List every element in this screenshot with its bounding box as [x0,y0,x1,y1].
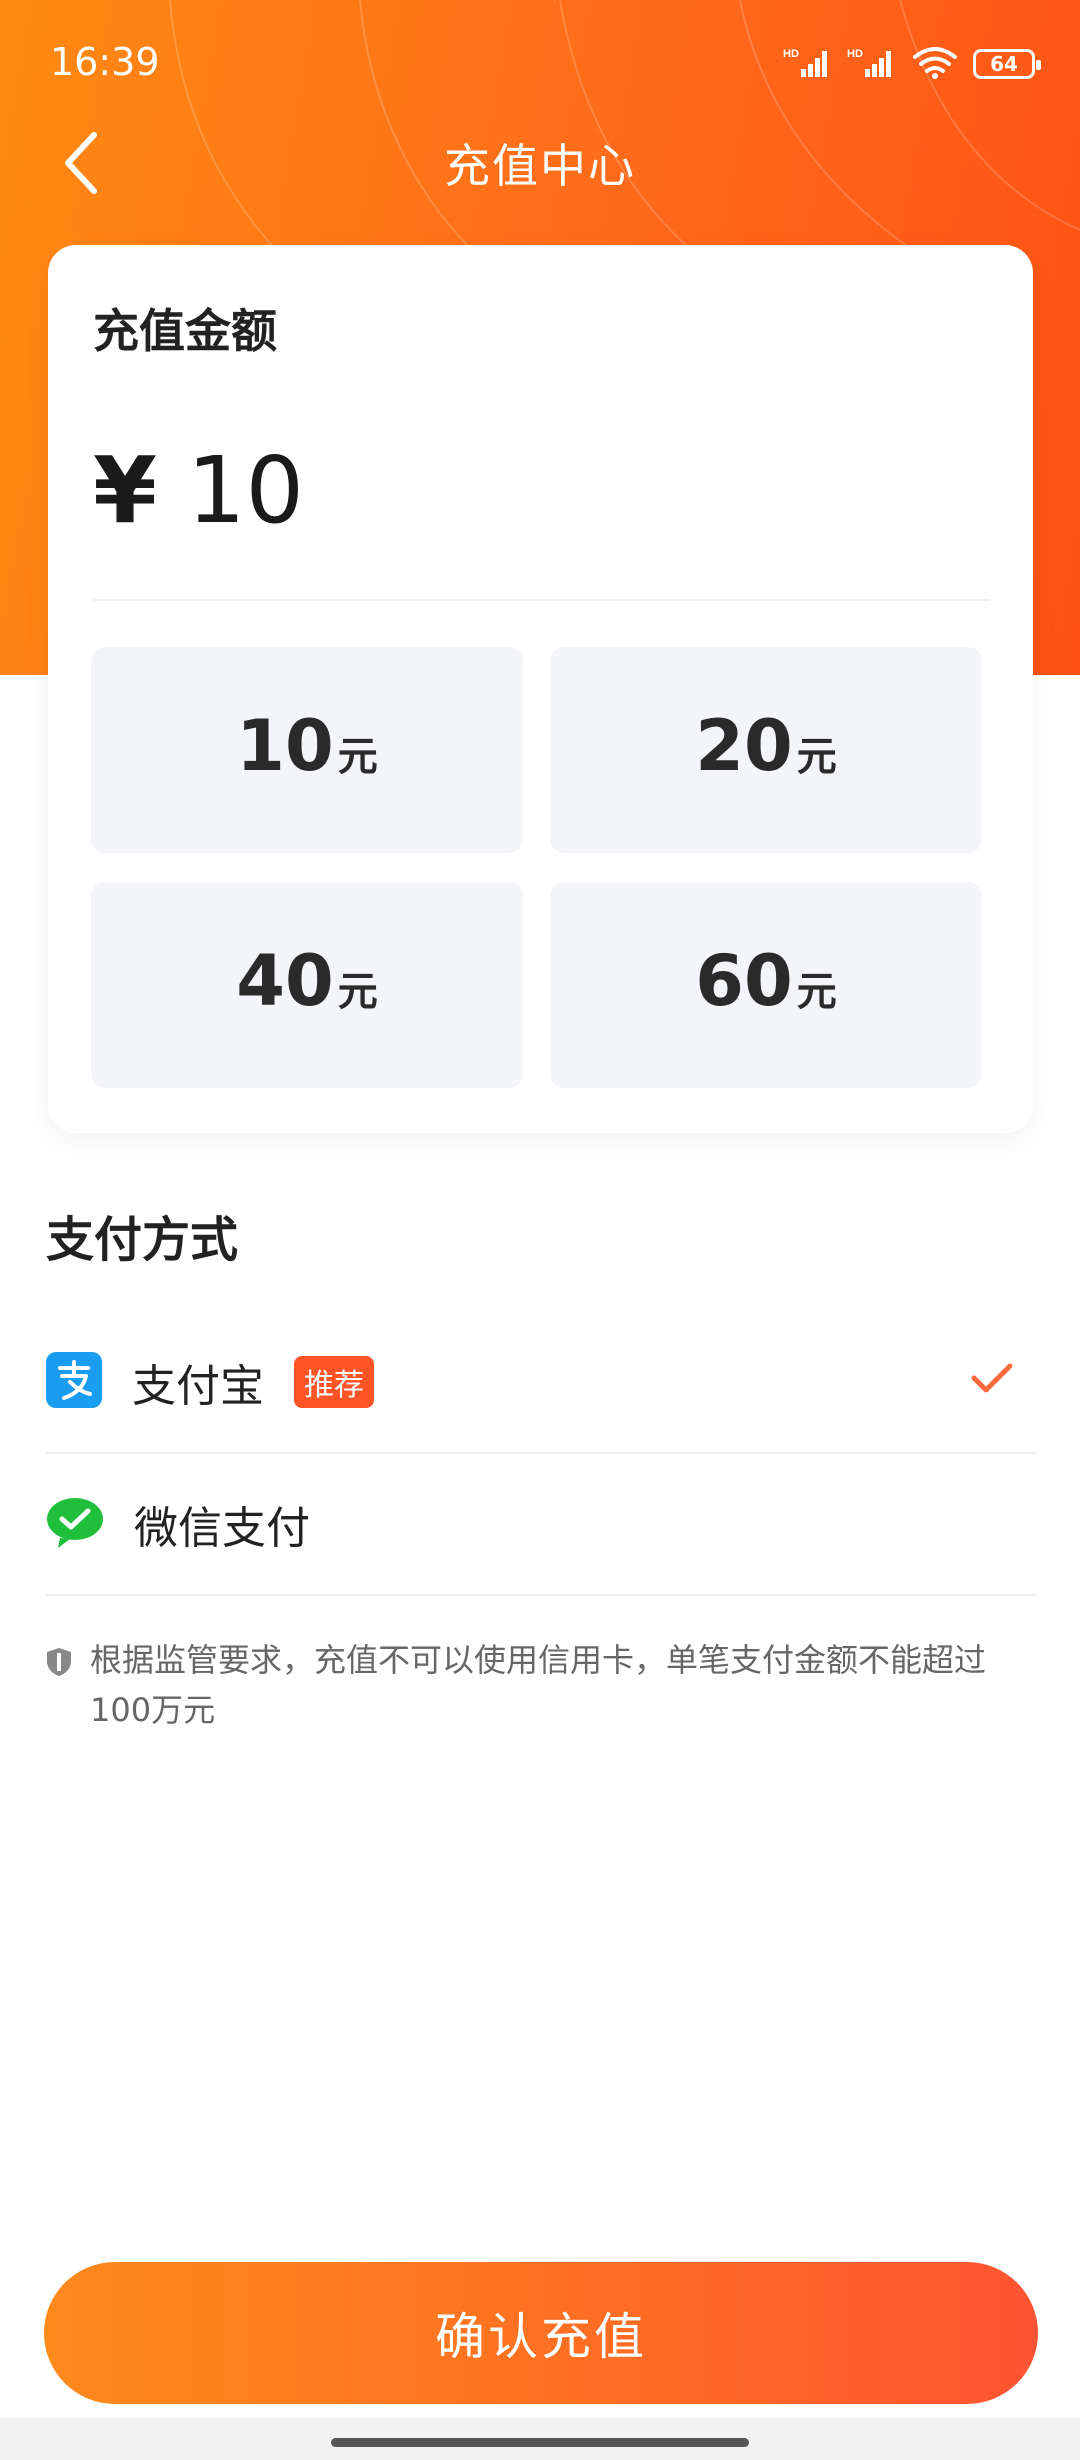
option-unit: 元 [796,969,837,1015]
amount-card-title: 充值金额 [93,304,277,358]
payment-name: 微信支付 [134,1503,310,1554]
page-title: 充值中心 [444,139,636,193]
option-unit: 元 [337,734,378,780]
payment-name: 支付宝 [132,1361,264,1412]
wifi-icon [911,45,959,83]
notice-text: 根据监管要求，充值不可以使用信用卡，单笔支付金额不能超过100万元 [90,1641,987,1729]
amount-option-10[interactable]: 10 元 [91,647,523,853]
notice: 根据监管要求，充值不可以使用信用卡，单笔支付金额不能超过100万元 [46,1635,1036,1735]
amount-option-40[interactable]: 40 元 [91,882,523,1088]
amount-input[interactable]: ¥ 10 [93,435,304,545]
check-icon [970,1360,1014,1400]
status-time: 16:39 [50,40,160,84]
status-bar: 16:39 HD HD 64 [0,0,1080,130]
signal-icon-2: HD [847,45,897,83]
option-unit: 元 [796,734,837,780]
alipay-icon [46,1352,102,1412]
option-value: 10 [236,705,334,787]
shield-icon [46,1647,72,1681]
amount-value: 10 [187,436,305,544]
payment-method-alipay[interactable]: 支付宝 推荐 [46,1312,1036,1454]
option-value: 60 [695,940,793,1022]
battery-level: 64 [990,52,1018,76]
wechat-pay-icon [46,1494,104,1554]
amount-option-20[interactable]: 20 元 [550,647,982,853]
option-unit: 元 [337,969,378,1015]
battery-icon: 64 [973,49,1041,79]
currency-symbol: ¥ [93,436,158,544]
option-value: 40 [236,940,334,1022]
divider [93,599,990,601]
recommend-badge: 推荐 [294,1356,374,1408]
svg-text:HD: HD [783,48,799,60]
signal-icon: HD [783,45,833,83]
status-icons: HD HD 64 [783,44,1041,84]
option-value: 20 [695,705,793,787]
payment-method-wechat[interactable]: 微信支付 [46,1454,1036,1596]
amount-card: 充值金额 ¥ 10 10 元 20 元 40 元 60 元 [48,245,1033,1133]
confirm-recharge-button[interactable]: 确认充值 [44,2262,1038,2404]
payment-method-title: 支付方式 [46,1212,239,1268]
svg-text:HD: HD [847,48,863,60]
home-indicator[interactable] [331,2438,749,2447]
amount-option-60[interactable]: 60 元 [550,882,982,1088]
